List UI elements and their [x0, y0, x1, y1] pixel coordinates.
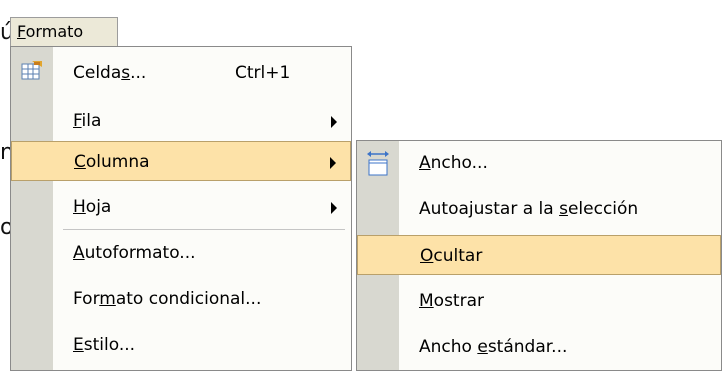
cells-format-icon	[20, 59, 44, 87]
columna-submenu: Ancho... Autoajustar a la selección Ocul…	[356, 140, 722, 371]
submenu-item-label: Ancho...	[419, 153, 488, 173]
menu-item-label: Autoformato...	[73, 243, 196, 263]
menu-item-celdas[interactable]: Celdas... Ctrl+1	[11, 53, 351, 93]
submenu-arrow-icon	[331, 202, 337, 214]
menu-item-fila[interactable]: Fila	[11, 101, 351, 141]
submenu-item-ancho[interactable]: Ancho...	[357, 143, 721, 183]
submenu-item-ancho-estandar[interactable]: Ancho estándar...	[357, 327, 721, 367]
submenu-item-label: Ocultar	[420, 246, 483, 266]
menu-item-label: Fila	[73, 111, 102, 131]
menu-item-formato-condicional[interactable]: Formato condicional...	[11, 279, 351, 319]
submenu-item-mostrar[interactable]: Mostrar	[357, 281, 721, 321]
submenu-item-autoajustar[interactable]: Autoajustar a la selección	[357, 189, 721, 229]
formato-menu: Celdas... Ctrl+1 Fila Columna Hoja Autof…	[10, 46, 352, 371]
submenu-arrow-icon	[330, 157, 336, 169]
shortcut-ctrl-1: Ctrl+1	[235, 63, 291, 83]
submenu-arrow-icon	[331, 116, 337, 128]
menu-item-columna[interactable]: Columna	[11, 141, 351, 181]
menu-item-label: Celdas...	[73, 63, 147, 83]
menu-title-accel: F	[17, 22, 26, 41]
menu-item-hoja[interactable]: Hoja	[11, 187, 351, 227]
column-width-icon	[365, 149, 391, 181]
menu-item-label: Hoja	[73, 197, 112, 217]
submenu-item-ocultar[interactable]: Ocultar	[357, 235, 721, 275]
submenu-item-label: Mostrar	[419, 291, 484, 311]
menu-item-label: Formato condicional...	[73, 289, 262, 309]
menu-item-label: Columna	[74, 152, 150, 172]
submenu-item-label: Autoajustar a la selección	[419, 199, 639, 219]
menu-separator	[63, 229, 345, 230]
submenu-item-label: Ancho estándar...	[419, 337, 568, 357]
menu-item-autoformato[interactable]: Autoformato...	[11, 233, 351, 273]
menu-formato[interactable]: Formato	[10, 17, 118, 47]
menu-item-label: Estilo...	[73, 335, 136, 355]
menu-item-estilo[interactable]: Estilo...	[11, 325, 351, 365]
menu-title-post: ormato	[25, 22, 84, 41]
